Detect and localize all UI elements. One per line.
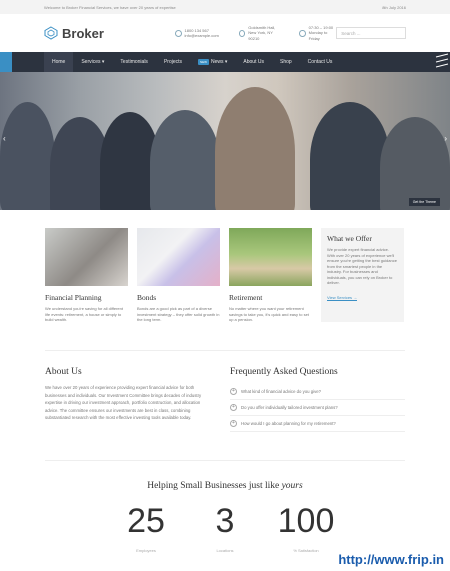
service-card: Retirement No matter where you want your… [229, 228, 312, 323]
service-title[interactable]: Bonds [137, 293, 220, 302]
hero-photo-shape [215, 87, 295, 210]
faq-item[interactable]: + What kind of financial advice do you gi… [230, 384, 405, 400]
address-info: Goldsmith Hall, New York, NY 90210 [238, 25, 281, 42]
plus-icon: + [230, 420, 237, 427]
share-icon[interactable] [0, 52, 12, 72]
faq-item[interactable]: + How would I go about planning for my re… [230, 416, 405, 432]
offer-text: We provide expert financial advice. With… [327, 247, 397, 285]
nav-testimonials[interactable]: Testimonials [112, 52, 156, 72]
helping-emph: yours [281, 481, 303, 491]
section-divider [45, 350, 405, 351]
search-placeholder: Search ... [341, 30, 361, 36]
slider-next-arrow[interactable]: › [444, 134, 447, 143]
view-services-link[interactable]: View Services → [327, 295, 358, 301]
slider-prev-arrow[interactable]: ‹ [3, 134, 6, 143]
bonds-image [137, 228, 220, 286]
stat-number: 3 [215, 502, 235, 540]
search-input[interactable]: Search ... [336, 27, 406, 39]
service-text: Bonds are a good pick as part of a diver… [137, 306, 220, 322]
nav-projects-label: Projects [163, 59, 182, 65]
top-bar: Welcome to Broker Financial Services, we… [0, 0, 450, 14]
nav-services-label: Services ▾ [81, 59, 105, 65]
faq-title: Frequently Asked Questions [230, 367, 338, 377]
nav-contact[interactable]: Contact Us [300, 52, 341, 72]
stat-item: 3 Locations [200, 502, 250, 553]
nav-home-label: Home [52, 59, 66, 65]
stat-label: Locations [216, 548, 234, 553]
logo-text: Broker [62, 25, 104, 41]
stat-item: 25 Employees [118, 502, 174, 553]
hours-info: 07:30 – 19:00 Monday to Friday [299, 25, 336, 42]
phone-icon [174, 29, 182, 37]
section-divider [45, 460, 405, 461]
nav-projects[interactable]: Projects [156, 52, 190, 72]
helping-text: Helping Small Businesses just like [147, 481, 282, 491]
get-theme-button[interactable]: Get the Theme [408, 198, 440, 206]
faq-item[interactable]: + Do you offer individually tailored inve… [230, 400, 405, 416]
stat-number: 25 [127, 502, 165, 540]
nav-news[interactable]: NEW News ▾ [190, 52, 235, 72]
faq-question: What kind of financial advice do you giv… [241, 389, 322, 394]
service-card: Financial Planning We understand you're … [45, 228, 128, 323]
watermark: http://www.frip.in [336, 552, 446, 567]
faq-question: Do you offer individually tailored inves… [241, 405, 338, 410]
hours-line2: Monday to Friday [308, 30, 328, 41]
faq-section: Frequently Asked Questions + What kind of… [230, 367, 405, 432]
retirement-image [229, 228, 312, 286]
nav-news-label: News ▾ [211, 59, 228, 65]
about-section: About Us We have over 20 years of experi… [45, 367, 215, 422]
services-row: Financial Planning We understand you're … [45, 228, 405, 323]
hero-photo-shape [310, 102, 390, 210]
faq-question: How would I go about planning for my ret… [241, 421, 336, 426]
location-icon [238, 29, 246, 37]
main-nav: Home Services ▾ Testimonials Projects NE… [0, 52, 450, 72]
offer-box: What we Offer We provide expert financia… [321, 228, 404, 322]
clock-icon [299, 29, 306, 37]
stat-label: % Satisfaction [293, 548, 319, 553]
nav-testimonials-label: Testimonials [120, 59, 148, 65]
welcome-text: Welcome to Broker Financial Services, we… [44, 4, 176, 10]
stat-label: Employees [136, 548, 156, 553]
service-text: No matter where you want your retirement… [229, 306, 309, 322]
offer-title: What we Offer [327, 234, 372, 243]
email-text[interactable]: info@example.com [185, 33, 219, 39]
nav-shop-label: Shop [279, 59, 292, 65]
nav-home[interactable]: Home [44, 52, 74, 72]
plus-icon: + [230, 388, 237, 395]
hero-slider: ‹ › Get the Theme [0, 72, 450, 210]
plus-icon: + [230, 404, 237, 411]
nav-about-label: About Us [243, 59, 264, 65]
service-title[interactable]: Financial Planning [45, 293, 128, 302]
financial-planning-image [45, 228, 128, 286]
service-text: We understand you're saving for all diff… [45, 306, 123, 322]
hero-photo-shape [0, 102, 55, 210]
helping-heading: Helping Small Businesses just like yours [0, 481, 450, 491]
hero-photo-shape [380, 117, 450, 210]
nav-services[interactable]: Services ▾ [73, 52, 112, 72]
new-badge: NEW [198, 59, 209, 65]
nav-shop[interactable]: Shop [272, 52, 300, 72]
about-text: We have over 20 years of experience prov… [45, 385, 202, 421]
about-title: About Us [45, 367, 82, 377]
menu-corner-icon[interactable] [434, 52, 450, 72]
contact-info: 1800 134 567 info@example.com [174, 28, 219, 39]
date-text: 8th July 2016 [382, 4, 406, 10]
nav-about[interactable]: About Us [235, 52, 272, 72]
logo-icon [44, 26, 58, 40]
nav-contact-label: Contact Us [307, 59, 333, 65]
stat-item: 100 % Satisfaction [270, 502, 342, 553]
service-title[interactable]: Retirement [229, 293, 312, 302]
service-card: Bonds Bonds are a good pick as part of a… [137, 228, 220, 323]
hero-photo-shape [150, 110, 220, 210]
address-line2: New York, NY 90210 [248, 30, 273, 41]
logo[interactable]: Broker [44, 26, 135, 41]
header: Broker 1800 134 567 info@example.com Gold… [0, 14, 450, 52]
stat-number: 100 [277, 502, 335, 540]
